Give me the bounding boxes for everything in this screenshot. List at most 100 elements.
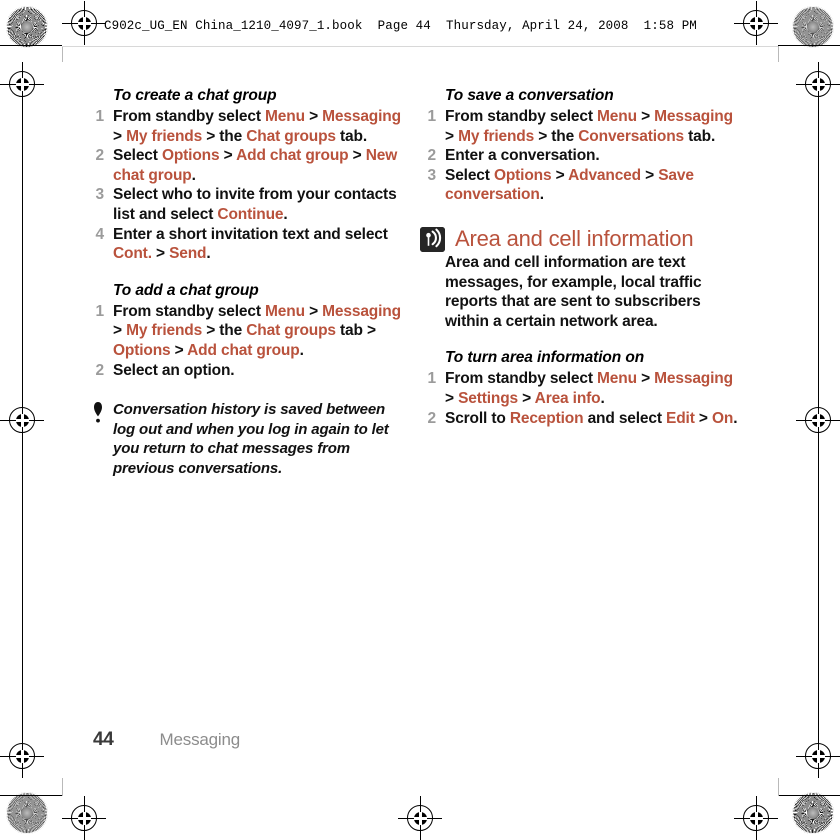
ui-term: My friends bbox=[458, 127, 535, 145]
color-calibration-starburst-top-left bbox=[6, 6, 48, 48]
step-item: From standby select Menu > Messaging > M… bbox=[88, 302, 406, 361]
ui-term: Options bbox=[161, 147, 220, 165]
section-paragraph: Area and cell information are text messa… bbox=[445, 253, 702, 330]
ui-term: Messaging bbox=[654, 370, 733, 388]
trim-line-right-upper bbox=[778, 46, 779, 62]
page-footer: 44 Messaging bbox=[93, 729, 240, 751]
tip-note: Conversation history is saved between lo… bbox=[88, 400, 406, 478]
step-text: > bbox=[445, 389, 459, 407]
print-header-text: C902c_UG_EN China_1210_4097_1.book Page … bbox=[104, 19, 697, 33]
step-item: Select who to invite from your contacts … bbox=[88, 185, 406, 224]
section-create-chat-group: To create a chat group From standby sele… bbox=[88, 86, 406, 264]
ui-term: Menu bbox=[265, 302, 305, 320]
trim-line-top-left bbox=[0, 45, 62, 46]
header-divider bbox=[62, 46, 778, 47]
color-calibration-starburst-top-right bbox=[792, 6, 834, 48]
step-item: Select Options > Add chat group > New ch… bbox=[88, 146, 406, 185]
trim-line-right-lower bbox=[778, 778, 779, 796]
ui-term: On bbox=[711, 409, 734, 427]
step-text: From standby select bbox=[113, 108, 266, 125]
step-text: > bbox=[551, 166, 569, 184]
step-text: > bbox=[348, 147, 366, 165]
step-text: the bbox=[219, 127, 247, 145]
ui-term: Options bbox=[113, 341, 171, 359]
step-text: the bbox=[219, 322, 247, 340]
step-item: Scroll to Reception and select Edit > On… bbox=[420, 409, 738, 429]
section-title: Area and cell information bbox=[455, 225, 694, 251]
registration-mark-bottom-center bbox=[398, 796, 442, 840]
right-column: To save a conversation From standby sele… bbox=[420, 86, 738, 428]
ui-term: Settings bbox=[458, 389, 519, 407]
color-calibration-starburst-bottom-left bbox=[6, 792, 48, 834]
step-text: > bbox=[113, 322, 127, 340]
step-text: > bbox=[304, 108, 323, 125]
step-item: From standby select Menu > Messaging > M… bbox=[88, 107, 406, 146]
step-text: . bbox=[191, 166, 196, 184]
ui-term: Options bbox=[493, 166, 552, 184]
registration-mark-bottom-left bbox=[62, 796, 106, 840]
section-add-chat-group: To add a chat group From standby select … bbox=[88, 281, 406, 380]
step-text: > bbox=[367, 322, 376, 340]
ui-term: Add chat group bbox=[236, 147, 349, 165]
step-text: . bbox=[539, 186, 544, 204]
ui-term: Menu bbox=[265, 108, 305, 125]
trim-line-left-lower bbox=[62, 778, 63, 796]
ui-term: Edit bbox=[666, 409, 695, 427]
step-text: tab. bbox=[335, 127, 368, 145]
ui-term: Add chat group bbox=[187, 341, 300, 359]
trim-line-left-middle-upper bbox=[22, 106, 23, 398]
step-text: . bbox=[299, 341, 304, 359]
chapter-section-area-cell-information: Area and cell information bbox=[420, 225, 738, 253]
left-column: To create a chat group From standby sele… bbox=[88, 86, 406, 479]
step-text: From standby select bbox=[445, 108, 598, 125]
ui-term: My friends bbox=[126, 322, 203, 340]
step-text: > bbox=[113, 127, 127, 145]
step-item: Select Options > Advanced > Save convers… bbox=[420, 166, 738, 205]
step-text: From standby select bbox=[113, 302, 266, 320]
exclamation-tip-icon bbox=[92, 402, 104, 424]
ui-term: Advanced bbox=[568, 166, 641, 184]
trim-line-right-middle-upper bbox=[818, 106, 819, 398]
step-text: . bbox=[283, 205, 288, 223]
ui-term: My friends bbox=[126, 127, 203, 145]
trim-line-left-middle-lower bbox=[22, 442, 23, 734]
step-text: > bbox=[636, 370, 655, 388]
trim-line-left-upper bbox=[62, 46, 63, 62]
trim-line-bottom-left bbox=[0, 795, 62, 796]
registration-mark-upper-left-margin bbox=[0, 62, 44, 106]
section-heading: To add a chat group bbox=[113, 281, 259, 299]
registration-mark-mid-right bbox=[796, 398, 840, 442]
section-heading: To create a chat group bbox=[113, 87, 277, 104]
step-text: . bbox=[206, 245, 211, 263]
registration-mark-top-left bbox=[62, 1, 106, 45]
ui-term: Send bbox=[169, 245, 207, 263]
ui-term: Menu bbox=[597, 108, 637, 125]
step-text: . bbox=[733, 409, 738, 427]
antenna-broadcast-icon bbox=[420, 226, 445, 252]
step-text: > bbox=[518, 389, 535, 407]
step-text: > bbox=[202, 322, 220, 340]
chapter-label: Messaging bbox=[159, 730, 241, 749]
ui-term: Menu bbox=[597, 370, 637, 388]
trim-line-top-right bbox=[778, 45, 840, 46]
step-list: From standby select Menu > Messaging > M… bbox=[420, 107, 738, 205]
step-text: > bbox=[170, 341, 188, 359]
registration-mark-lower-left-margin bbox=[0, 734, 44, 778]
step-text: > bbox=[445, 127, 459, 145]
ui-term: Cont. bbox=[113, 245, 152, 263]
section-save-conversation: To save a conversation From standby sele… bbox=[420, 86, 738, 205]
ui-term: Continue bbox=[217, 205, 284, 223]
step-item: From standby select Menu > Messaging > M… bbox=[420, 107, 738, 146]
registration-mark-mid-left bbox=[0, 398, 44, 442]
registration-mark-upper-right-margin bbox=[796, 62, 840, 106]
step-text: . bbox=[600, 389, 605, 407]
ui-term: Area info bbox=[534, 389, 601, 407]
trim-line-bottom-right bbox=[778, 795, 840, 796]
step-text: tab. bbox=[683, 127, 716, 145]
section-turn-area-info-on: To turn area information on From standby… bbox=[420, 348, 738, 428]
ui-term: Messaging bbox=[322, 302, 401, 320]
registration-mark-bottom-right bbox=[734, 796, 778, 840]
step-item: Enter a conversation. bbox=[420, 146, 738, 166]
step-item: Select an option. bbox=[88, 361, 406, 381]
section-heading: To save a conversation bbox=[445, 87, 614, 104]
